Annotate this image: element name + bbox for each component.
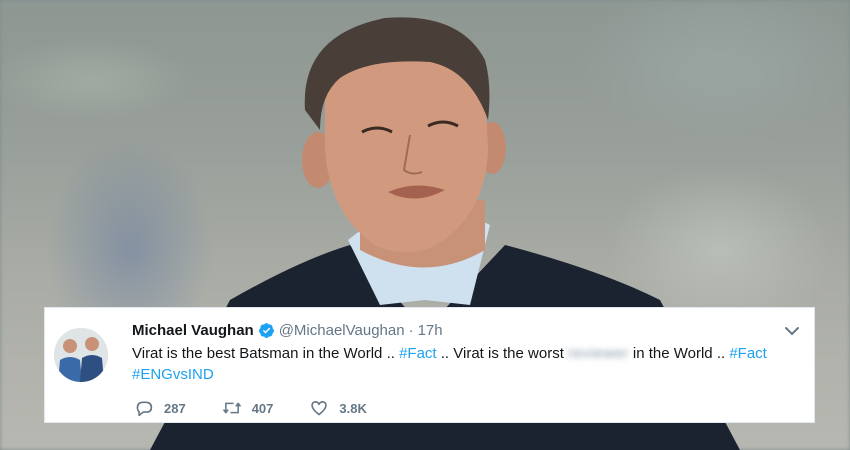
hashtag-fact[interactable]: #Fact <box>399 345 437 362</box>
reply-icon <box>136 401 153 417</box>
heart-icon <box>311 401 328 416</box>
separator-dot: · <box>408 321 414 339</box>
tweet-card[interactable]: Michael Vaughan @MichaelVaughan · 17h Vi… <box>44 307 815 423</box>
reply-count: 287 <box>164 400 186 416</box>
retweet-button[interactable]: 407 <box>222 399 274 417</box>
tweet-header: Michael Vaughan @MichaelVaughan · 17h <box>132 320 443 340</box>
hashtag-fact[interactable]: #Fact <box>729 345 767 362</box>
text-segment: .. Virat is the worst <box>436 345 569 362</box>
reply-button[interactable]: 287 <box>134 399 186 417</box>
hashtag-engvsind[interactable]: #ENGvsIND <box>132 366 214 383</box>
retweet-icon <box>222 402 241 414</box>
chevron-down-icon[interactable] <box>784 324 800 336</box>
retweet-count: 407 <box>251 400 274 416</box>
user-handle[interactable]: @MichaelVaughan <box>279 322 405 339</box>
blurred-word: reviewer <box>568 345 629 362</box>
like-button[interactable]: 3.8K <box>309 399 367 417</box>
tweet-actions: 287 407 3.8K <box>134 399 403 417</box>
avatar[interactable] <box>54 328 108 382</box>
text-segment: in the World .. <box>628 345 730 362</box>
timestamp[interactable]: 17h <box>418 322 443 339</box>
verified-badge-icon <box>258 322 275 339</box>
tweet-text: Virat is the best Batsman in the World .… <box>132 343 802 385</box>
like-count: 3.8K <box>339 400 367 416</box>
text-segment: Virat is the best Batsman in the World .… <box>132 345 400 362</box>
display-name[interactable]: Michael Vaughan <box>132 322 254 339</box>
